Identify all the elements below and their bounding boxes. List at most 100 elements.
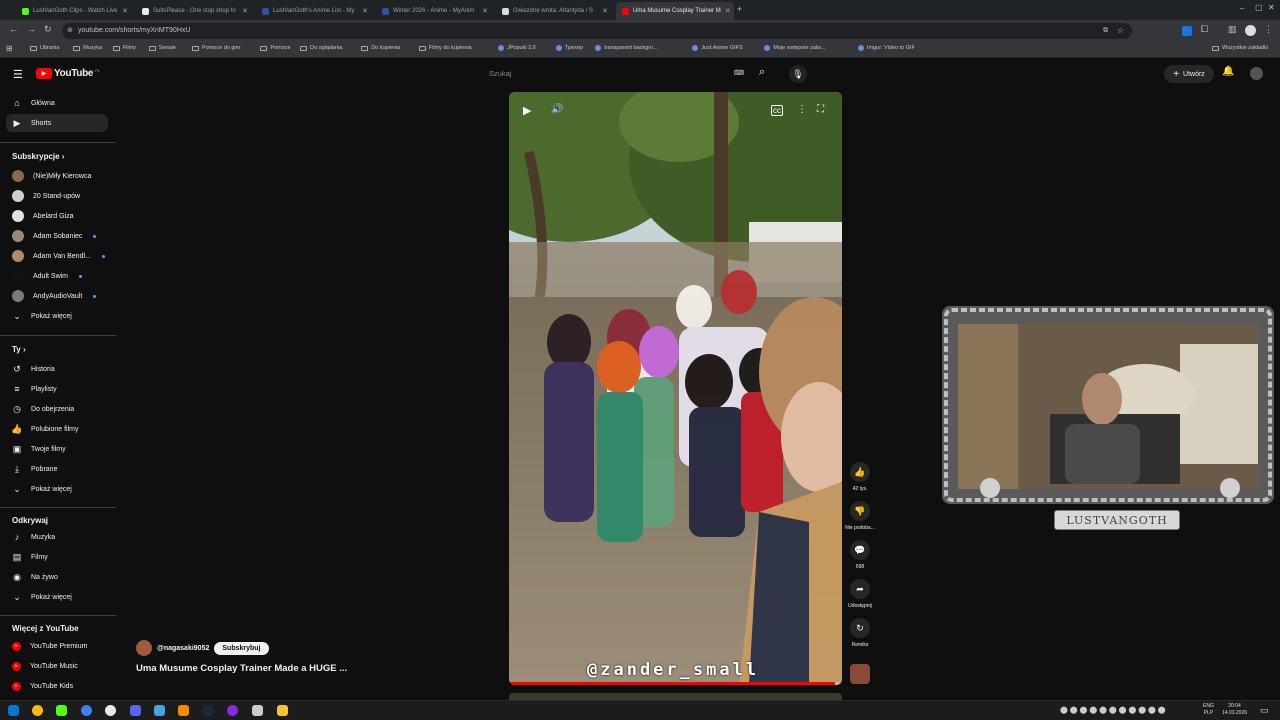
bookmark-item[interactable]: Pomoce [260,45,291,51]
share-button[interactable]: ➦ Udostępnij [843,579,877,609]
channel-name[interactable]: @nagasaki9052 [157,645,209,652]
subscription-item[interactable]: AndyAudioVault [6,287,108,305]
apps-grid-icon[interactable]: ⊞ [6,44,13,53]
address-bar[interactable]: ⊜ youtube.com/shorts/myXnMT90HxU ☆ ⧉ [62,23,1132,39]
bookmark-item[interactable]: Muzyka [73,45,102,51]
you-header[interactable]: Ty › [12,345,26,354]
sidebar-item-download[interactable]: ⤓ Pobrane [6,460,108,478]
tab-close-icon[interactable]: ✕ [362,7,368,15]
bookmark-item[interactable]: Do oglądania [300,45,342,51]
volume-icon[interactable]: 🔊 [551,104,563,115]
more-from-youtube-header[interactable]: Więcej z YouTube [12,624,79,633]
bookmark-star-icon[interactable]: ☆ [1117,23,1124,39]
start-icon[interactable] [8,705,19,716]
youtube-app-item[interactable]: ▸ YouTube Premium [6,637,108,655]
captions-icon[interactable]: cc [771,105,783,116]
bookmark-item[interactable]: Filmy [112,45,136,51]
system-tray-icons[interactable]: ⬤ ⬤ ⬤ ⬤ ⬤ ⬤ ⬤ ⬤ ⬤ ⬤ ⬤ [1060,706,1166,714]
new-tab-button[interactable]: + [737,4,742,14]
next-short-preview[interactable] [509,693,842,700]
obs-icon[interactable] [105,705,116,716]
close-window-icon[interactable]: ✕ [1268,3,1275,12]
app-icon-grey[interactable] [252,705,263,716]
tab-close-icon[interactable]: ✕ [122,7,128,15]
bookmark-item[interactable]: Filmy do kupienia [418,45,472,51]
sidebar-item-history[interactable]: ↺ Historia [6,360,108,378]
browser-tab[interactable]: LustVanGoth's Anime List - My ✕ [256,2,374,20]
browser-tab[interactable]: Winter 2026 - Anime - MyAnim ✕ [376,2,494,20]
bookmark-item[interactable]: Just Anime GIFS [692,45,743,51]
bookmark-item[interactable]: Moje wstępnie zalw... [764,45,825,51]
side-panel-icon[interactable]: ▥ [1228,24,1237,35]
dislike-button[interactable]: 👎 Nie podoba... [843,501,877,531]
reload-icon[interactable]: ↻ [44,24,52,35]
bookmark-item[interactable]: Ubrania [30,45,59,51]
tab-close-icon[interactable]: ✕ [482,7,488,15]
back-icon[interactable]: ← [9,24,18,34]
voice-search-icon[interactable]: 🎙 [789,65,807,83]
sidebar-item-live[interactable]: ◉ Na żywo [6,568,108,586]
all-bookmarks-folder[interactable]: Wszystkie zakładki [1212,45,1268,51]
app-icon-blue[interactable] [154,705,165,716]
clock[interactable]: 20:04 14.03.2026 [1222,703,1247,717]
keyboard-icon[interactable]: ⌨ [734,65,744,83]
file-explorer-icon[interactable] [277,705,288,716]
browser-tab[interactable]: Gwiezdne wrota: Atlantyda / S ✕ [496,2,614,20]
language-indicator[interactable]: ENG PLP [1203,703,1214,717]
sound-thumbnail[interactable] [850,664,870,684]
extensions-puzzle-icon[interactable]: ⧠ [1201,24,1208,35]
explore-header[interactable]: Odkrywaj [12,516,48,525]
subscribe-button[interactable]: Subskrybuj [214,641,269,655]
video-progress-track[interactable] [509,682,842,685]
short-title[interactable]: Uma Musume Cosplay Trainer Made a HUGE .… [136,663,347,674]
tab-close-icon[interactable]: ✕ [725,7,731,15]
show-more-button[interactable]: ⌄ Pokaż więcej [6,480,108,498]
vlc-icon[interactable] [178,705,189,716]
minimize-window-icon[interactable]: – [1240,4,1244,13]
youtube-app-item[interactable]: ▸ YouTube Kids [6,677,108,695]
site-info-icon[interactable]: ⊜ [67,23,73,39]
short-video-player[interactable]: ▶ 🔊 cc ⋮ ⛶ @zander_small [509,92,842,685]
subscription-item[interactable]: Adult Swim [6,267,108,285]
youtube-app-item[interactable]: ▸ YouTube Music [6,657,108,675]
like-button[interactable]: 👍 42 tys. [843,462,877,492]
browser-menu-icon[interactable]: ⋮ [1264,24,1273,35]
profile-avatar[interactable] [1245,25,1256,36]
app-icon-purple[interactable] [227,705,238,716]
steam-icon[interactable] [203,705,214,716]
bookmark-item[interactable]: transparent backgro... [595,45,658,51]
sidebar-item-liked[interactable]: 👍 Polubione filmy [6,420,108,438]
play-icon[interactable]: ▶ [523,104,531,117]
bookmark-item[interactable]: Do kupienia [361,45,400,51]
tab-close-icon[interactable]: ✕ [242,7,248,15]
browser-tab[interactable]: SuitsPleace - One stop shop fo ✕ [136,2,254,20]
browser-tab[interactable]: Uma Musume Cosplay Trainer M ✕ [616,2,734,20]
more-options-icon[interactable]: ⋮ [797,104,807,115]
bookmark-item[interactable]: Pomoce do gier [192,45,241,51]
sidebar-item-music[interactable]: ♪ Muzyka [6,528,108,546]
account-avatar[interactable] [1250,67,1263,80]
sidebar-item-watch-later[interactable]: ◷ Do obejrzenia [6,400,108,418]
subscription-item[interactable]: Abelard Giza [6,207,108,225]
fullscreen-icon[interactable]: ⛶ [817,104,824,115]
sidebar-item-film[interactable]: ▤ Filmy [6,548,108,566]
create-button[interactable]: + Utwórz [1164,65,1214,83]
browser-tab[interactable]: LustVanGoth Clips - Watch Live ✕ [16,2,134,20]
tab-close-icon[interactable]: ✕ [602,7,608,15]
discord-icon[interactable] [130,705,141,716]
subscriptions-header[interactable]: Subskrypcje › [12,152,64,161]
kick-icon[interactable] [56,705,67,716]
subscription-item[interactable]: (Nie)Miły Kierowca [6,167,108,185]
sidebar-item-shorts[interactable]: ▶ Shorts [6,114,108,132]
forward-icon[interactable]: → [27,24,36,34]
notifications-bell-icon[interactable]: 🔔 [1222,66,1234,77]
notifications-icon[interactable]: ▭ [1260,705,1269,716]
show-more-button[interactable]: ⌄ Pokaż więcej [6,588,108,606]
channel-avatar[interactable] [136,640,152,656]
chrome-icon[interactable] [32,705,43,716]
sidebar-item-playlist[interactable]: ≡ Playlisty [6,380,108,398]
show-more-button[interactable]: ⌄ Pokaż więcej [6,307,108,325]
comments-button[interactable]: 💬 698 [843,540,877,570]
edge-icon[interactable] [81,705,92,716]
extension-icon[interactable] [1182,26,1192,36]
